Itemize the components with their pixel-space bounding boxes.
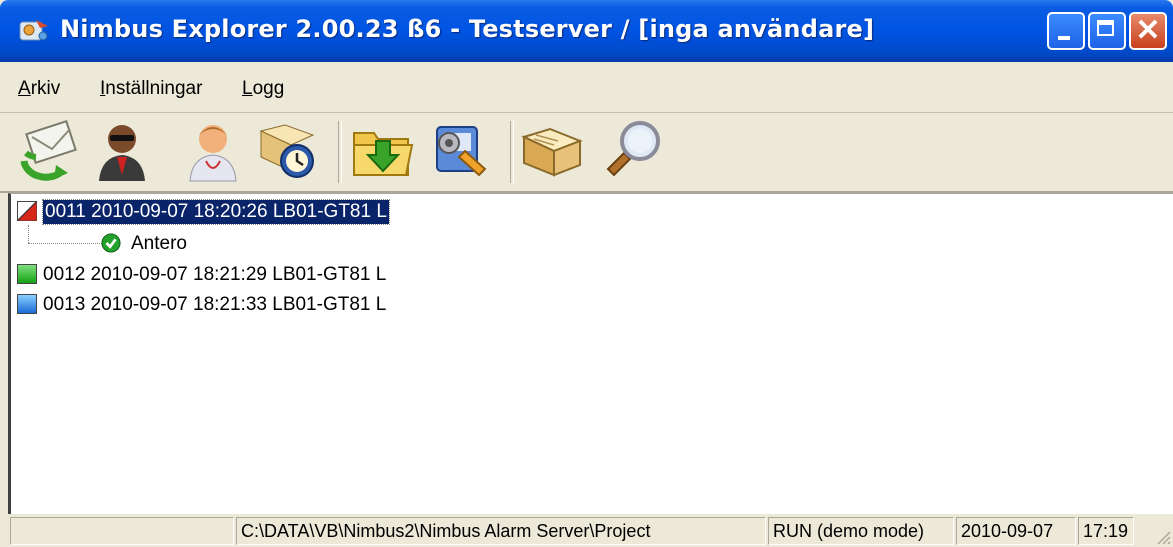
menu-arkiv-label: rkiv bbox=[30, 78, 61, 99]
green-check-icon bbox=[101, 233, 121, 253]
blue-square-icon bbox=[17, 294, 37, 314]
maximize-button[interactable] bbox=[1088, 12, 1126, 50]
search-button[interactable] bbox=[600, 117, 666, 183]
green-square-icon bbox=[17, 264, 37, 284]
alarm-tree[interactable]: 0011 2010-09-07 18:20:26 LB01-GT81 L Ant… bbox=[8, 193, 1173, 514]
mail-refresh-icon bbox=[20, 119, 77, 181]
tree-row-label: 0012 2010-09-07 18:21:29 LB01-GT81 L bbox=[43, 264, 387, 285]
book-clock-icon bbox=[259, 124, 315, 178]
tree-child-label: Antero bbox=[131, 233, 187, 254]
mail-refresh-button[interactable] bbox=[16, 117, 82, 183]
menu-arkiv[interactable]: Arkiv bbox=[18, 78, 60, 100]
tree-connector bbox=[28, 243, 108, 244]
close-button[interactable]: ✕ bbox=[1129, 12, 1167, 50]
nimbus-app-icon bbox=[19, 20, 48, 41]
user-dark-icon bbox=[99, 125, 145, 181]
user-doctor-icon bbox=[189, 125, 237, 182]
status-date: 2010-09-07 bbox=[956, 517, 1076, 545]
folder-download-icon bbox=[353, 132, 414, 176]
book-button[interactable] bbox=[520, 117, 586, 183]
folder-download-button[interactable] bbox=[350, 117, 416, 183]
search-icon bbox=[606, 121, 660, 177]
toolbar-separator bbox=[510, 121, 514, 183]
menu-installningar[interactable]: Inställningar bbox=[100, 78, 202, 100]
menu-bar: Arkiv Inställningar Logg bbox=[0, 66, 1173, 113]
menu-installningar-label: nställningar bbox=[105, 78, 203, 99]
status-mode: RUN (demo mode) bbox=[768, 517, 954, 545]
status-path: C:\DATA\VB\Nimbus2\Nimbus Alarm Server\P… bbox=[236, 517, 766, 545]
title-bar[interactable]: Nimbus Explorer 2.00.23 ß6 - Testserver … bbox=[0, 0, 1173, 62]
book-clock-button[interactable] bbox=[255, 117, 321, 183]
menu-arkiv-accel: A bbox=[18, 78, 31, 99]
resize-grip-icon[interactable] bbox=[1155, 529, 1171, 545]
minimize-icon bbox=[1058, 36, 1070, 40]
status-time: 17:19 bbox=[1078, 517, 1134, 545]
minimize-button[interactable] bbox=[1047, 12, 1085, 50]
tree-connector bbox=[28, 225, 29, 243]
book-icon bbox=[521, 127, 583, 177]
status-bar: C:\DATA\VB\Nimbus2\Nimbus Alarm Server\P… bbox=[8, 514, 1173, 547]
toolbar-separator bbox=[338, 121, 342, 183]
tree-row-label: 0013 2010-09-07 18:21:33 LB01-GT81 L bbox=[43, 294, 387, 315]
menu-logg[interactable]: Logg bbox=[242, 78, 284, 100]
tree-row-label: 0011 2010-09-07 18:20:26 LB01-GT81 L bbox=[42, 199, 390, 225]
user-doctor-button[interactable] bbox=[180, 117, 246, 183]
status-empty bbox=[10, 517, 234, 545]
toolbar bbox=[0, 113, 1173, 193]
close-icon: ✕ bbox=[1135, 14, 1161, 47]
window-title: Nimbus Explorer 2.00.23 ß6 - Testserver … bbox=[60, 15, 875, 43]
red-white-square-icon bbox=[17, 201, 37, 221]
menu-logg-label: ogg bbox=[252, 78, 285, 99]
settings-tools-button[interactable] bbox=[425, 117, 491, 183]
settings-tools-icon bbox=[436, 126, 487, 177]
maximize-icon bbox=[1097, 20, 1114, 36]
user-dark-button[interactable] bbox=[89, 117, 155, 183]
menu-logg-accel: L bbox=[242, 78, 253, 99]
